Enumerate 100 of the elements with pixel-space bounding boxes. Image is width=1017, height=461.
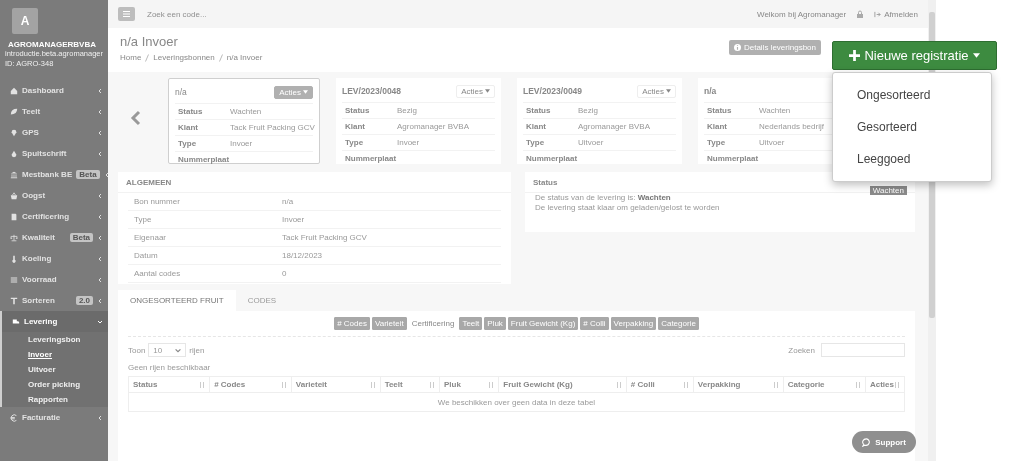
column-header[interactable]: Pluk xyxy=(439,376,499,393)
sidebar-subitem[interactable]: Order picking xyxy=(28,377,80,392)
menu-button[interactable] xyxy=(118,7,135,21)
caret-icon xyxy=(666,89,671,93)
column-header[interactable]: # Colli xyxy=(626,376,694,393)
sidebar-subitem[interactable]: Uitvoer xyxy=(28,362,56,377)
basket-icon xyxy=(10,191,18,200)
sidebar-badge: 2.0 xyxy=(75,296,93,305)
sidebar-item[interactable]: Facturatie xyxy=(0,407,108,428)
column-toggle[interactable]: Categorie xyxy=(658,317,699,330)
sort-icon xyxy=(894,381,900,388)
chevron-icon xyxy=(97,108,103,115)
chevron-icon xyxy=(97,297,103,304)
chat-bubble-icon xyxy=(862,437,872,447)
field-value: Uitvoer xyxy=(578,138,604,147)
sidebar-item[interactable]: Oogst xyxy=(0,185,108,206)
table-search-field[interactable] xyxy=(821,343,905,357)
sidebar-item[interactable]: Koeling xyxy=(0,248,108,269)
field-label: Type xyxy=(345,138,365,147)
sidebar-subitem[interactable]: Leveringsbon xyxy=(28,332,81,347)
column-toggle[interactable]: Fruit Gewicht (Kg) xyxy=(507,317,579,330)
column-header[interactable]: Fruit Gewicht (Kg) xyxy=(498,376,627,393)
field-value: Uitvoer xyxy=(759,138,785,147)
sort-icon xyxy=(854,381,861,388)
column-header[interactable]: # Codes xyxy=(209,376,292,393)
sidebar-item[interactable]: Spuitschrift xyxy=(0,143,108,164)
sidebar-item[interactable]: Levering xyxy=(2,311,108,332)
actions-dropdown[interactable]: Acties xyxy=(637,84,676,98)
chevron-down-icon xyxy=(175,347,182,353)
sidebar-item[interactable]: Sorteren 2.0 xyxy=(0,290,108,311)
sort-icon xyxy=(488,381,495,388)
breadcrumb-separator-icon xyxy=(145,53,150,62)
field-value: Invoer xyxy=(282,215,305,224)
sidebar-item[interactable]: Mestbank BE Beta xyxy=(0,164,108,185)
sidebar-badge: Beta xyxy=(69,233,93,242)
sidebar-item[interactable]: Voorraad xyxy=(0,269,108,290)
document-icon xyxy=(10,212,18,221)
field-value: 18/12/2023 xyxy=(282,251,323,260)
field-label: Status xyxy=(178,107,204,116)
field-value: Bezig xyxy=(397,106,417,115)
field-value: n/a xyxy=(282,197,294,206)
delivery-card[interactable]: LEV/2023/0048 Acties Status Bezig Klant Agromanager BVBA Type Invoer Nummerplaat xyxy=(336,78,501,164)
column-header[interactable]: Varieteit xyxy=(291,376,381,393)
field-label: Datum xyxy=(134,251,159,260)
sidebar-item[interactable]: Certificering xyxy=(0,206,108,227)
caret-icon xyxy=(485,89,490,93)
column-header[interactable]: Status xyxy=(128,376,210,393)
field-label: Klant xyxy=(345,122,366,131)
field-label: Type xyxy=(134,215,153,224)
field-label: Nummerplaat xyxy=(526,154,578,163)
drop-icon xyxy=(10,149,18,158)
column-toggle[interactable]: # Codes xyxy=(334,317,370,330)
column-header[interactable]: Verpakking xyxy=(693,376,784,393)
field-label: Klant xyxy=(707,122,728,131)
page-size-select[interactable]: 10 xyxy=(148,343,187,357)
sidebar-item[interactable]: Dashboard xyxy=(0,80,108,101)
actions-dropdown[interactable]: Acties xyxy=(274,85,313,99)
chevron-icon xyxy=(103,171,108,178)
field-value: Invoer xyxy=(397,138,420,147)
support-button[interactable]: Support xyxy=(852,431,916,453)
sidebar-item[interactable]: GPS xyxy=(0,122,108,143)
table-info: Geen rijen beschikbaar xyxy=(128,363,212,372)
show-label: Toon xyxy=(128,345,146,355)
sort-icon xyxy=(369,381,376,388)
new-registration-button[interactable]: Nieuwe registratie xyxy=(832,41,997,70)
sidebar-subitem[interactable]: Invoer xyxy=(28,347,52,362)
column-toggle[interactable]: Verpakking xyxy=(610,317,657,330)
sidebar-item[interactable]: Teelt xyxy=(0,101,108,122)
card-title: n/a xyxy=(704,86,717,96)
breadcrumb-separator-icon xyxy=(218,53,223,62)
tab[interactable]: ONGESORTEERD FRUIT xyxy=(118,290,236,311)
column-toggle[interactable]: Teelt xyxy=(459,317,483,330)
sort-icon xyxy=(772,381,779,388)
caret-icon xyxy=(972,53,980,58)
breadcrumb[interactable]: Home xyxy=(120,53,142,62)
delivery-card[interactable]: n/a Acties Status Wachten Klant Tack Fruit Packing GCV Type Invoer Nummerplaat xyxy=(168,78,320,164)
column-toggle[interactable]: Pluk xyxy=(484,317,506,330)
card-title: LEV/2023/0049 xyxy=(523,86,583,96)
sidebar-subitem[interactable]: Rapporten xyxy=(28,392,68,407)
details-button[interactable]: Details leveringsbon xyxy=(728,40,821,55)
search-field[interactable]: Zoek een code... xyxy=(145,8,309,20)
column-header[interactable]: Teelt xyxy=(380,376,440,393)
field-value: Tack Fruit Packing GCV xyxy=(230,123,315,132)
tab[interactable]: CODES xyxy=(235,290,289,311)
chevron-icon xyxy=(97,150,103,157)
column-toggle[interactable]: # Colli xyxy=(580,317,609,330)
delivery-card[interactable]: LEV/2023/0049 Acties Status Bezig Klant Agromanager BVBA Type Uitvoer Nummerplaat xyxy=(517,78,682,164)
column-header[interactable]: Categorie xyxy=(783,376,866,393)
field-label: Type xyxy=(178,139,198,148)
chevron-icon xyxy=(97,414,103,421)
actions-dropdown[interactable]: Acties xyxy=(456,84,495,98)
sidebar-item[interactable]: Kwaliteit Beta xyxy=(0,227,108,248)
logout-link[interactable]: Afmelden xyxy=(874,9,918,19)
bank-icon xyxy=(10,170,18,179)
chevron-icon xyxy=(97,318,103,325)
breadcrumb[interactable]: Leveringsbonnen xyxy=(153,53,215,62)
column-header[interactable]: Acties xyxy=(865,376,905,393)
column-toggle[interactable]: Varieteit xyxy=(371,317,407,330)
lock-icon[interactable] xyxy=(856,10,865,18)
sort-icon xyxy=(429,381,435,388)
